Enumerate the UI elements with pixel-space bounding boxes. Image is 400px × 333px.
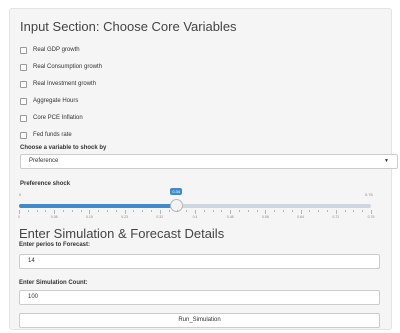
slider-max-label: 0.76: [365, 192, 373, 197]
slider-tick: [186, 210, 188, 212]
checkbox-box[interactable]: [20, 63, 27, 71]
slider-tick: [89, 210, 91, 214]
slider-tick: [203, 210, 205, 212]
chevron-down-icon: ▼: [384, 158, 389, 164]
slider-tick: [335, 210, 337, 214]
slider-tick: [115, 210, 117, 212]
checkbox-box[interactable]: [20, 131, 27, 139]
slider-tick: [353, 210, 355, 212]
slider-tick: [151, 210, 152, 212]
slider-tick: [256, 210, 258, 212]
shock-variable-label: Choose a variable to shock by: [20, 145, 107, 151]
slider-tick: [107, 210, 108, 212]
slider-tick-label: 0.76: [367, 215, 375, 219]
shock-variable-select[interactable]: Preference ▼: [20, 154, 398, 169]
slider-tick: [309, 210, 311, 212]
slider-value-badge: 0.34: [170, 188, 183, 195]
slider-tick: [133, 210, 135, 212]
simulation-count-input[interactable]: 100: [19, 290, 380, 305]
slider-tick: [19, 210, 20, 214]
slider-tick: [230, 210, 232, 214]
slider-tick: [98, 210, 100, 212]
run-simulation-button[interactable]: Run_Simulation: [19, 313, 380, 328]
checkbox-real-gdp-growth[interactable]: Real GDP growth: [20, 45, 80, 55]
preference-shock-label: Preference shock: [20, 181, 71, 187]
slider-tick-label: 0.32: [156, 215, 164, 219]
slider-tick-label: 0.08: [50, 215, 58, 219]
checkbox-box[interactable]: [20, 46, 27, 54]
slider-tick: [80, 210, 82, 212]
slider-tick-label: 0.72: [332, 215, 340, 219]
simulation-count-label: Enter Simulation Count:: [19, 280, 88, 286]
checkbox-real-consumption-growth[interactable]: Real Consumption growth: [20, 62, 102, 72]
slider-tick: [318, 210, 320, 212]
checkbox-box[interactable]: [20, 97, 27, 105]
slider-tick: [36, 210, 38, 212]
slider-tick: [239, 210, 240, 212]
slider-tick: [274, 210, 276, 212]
checkbox-label: Aggregate Hours: [33, 98, 79, 104]
slider-tick-label: 0.48: [226, 215, 234, 219]
input-section-title: Input Section: Choose Core Variables: [20, 19, 237, 34]
checkbox-label: Real Consumption growth: [33, 64, 103, 70]
simulation-section-title: Enter Simulation & Forecast Details: [19, 226, 225, 241]
checkbox-label: Real GDP growth: [33, 47, 80, 53]
slider-min-label: 0: [19, 192, 22, 197]
slider-tick: [221, 210, 223, 212]
slider-tick: [27, 210, 29, 212]
slider-tick-label: 0: [18, 215, 20, 219]
preference-shock-slider[interactable]: 0 0.76 0.34 0 0.08 0.15 0.23 0.32 0.4 0.48 0.56…: [18, 188, 379, 224]
slider-tick: [371, 210, 372, 214]
checkbox-fed-funds-rate[interactable]: Fed funds rate: [20, 130, 72, 140]
checkbox-label: Real Investment growth: [33, 81, 97, 87]
slider-tick: [71, 210, 73, 212]
slider-tick: [283, 210, 284, 212]
slider-tick: [195, 210, 196, 214]
slider-tick: [327, 210, 328, 212]
forecast-periods-input[interactable]: 14: [19, 254, 380, 269]
slider-tick: [362, 210, 364, 212]
slider-tick: [265, 210, 267, 214]
checkbox-label: Core PCE Inflation: [33, 115, 83, 121]
slider-tick: [45, 210, 47, 212]
slider-tick: [142, 210, 144, 212]
slider-tick: [300, 210, 302, 214]
shock-variable-selected: Preference: [29, 158, 59, 164]
slider-tick-label: 0.64: [297, 215, 304, 219]
slider-tick: [247, 210, 249, 212]
slider-tick: [344, 210, 346, 212]
checkbox-label: Fed funds rate: [33, 132, 72, 138]
checkbox-core-pce-inflation[interactable]: Core PCE Inflation: [20, 113, 83, 123]
slider-tick-label: 0.56: [261, 215, 269, 219]
slider-tick: [177, 210, 179, 212]
slider-fill: [19, 204, 177, 208]
slider-tick-label: 0.4: [192, 215, 198, 219]
slider-tick: [212, 210, 214, 212]
slider-ticks: 0 0.08 0.15 0.23 0.32 0.4 0.48 0.56 0.64 0.72 0.76: [18, 210, 374, 224]
checkbox-real-investment-growth[interactable]: Real Investment growth: [20, 79, 96, 89]
slider-tick-label: 0.23: [121, 215, 128, 219]
checkbox-box[interactable]: [20, 114, 27, 122]
checkbox-box[interactable]: [20, 80, 27, 88]
slider-tick: [168, 210, 170, 212]
slider-tick: [124, 210, 126, 214]
checkbox-aggregate-hours[interactable]: Aggregate Hours: [20, 96, 78, 106]
slider-tick: [63, 210, 64, 212]
forecast-periods-label: Enter perios to Forecast:: [19, 242, 91, 248]
slider-tick: [54, 210, 56, 214]
slider-tick: [159, 210, 161, 214]
slider-tick-label: 0.15: [85, 215, 93, 219]
slider-tick: [291, 210, 293, 212]
